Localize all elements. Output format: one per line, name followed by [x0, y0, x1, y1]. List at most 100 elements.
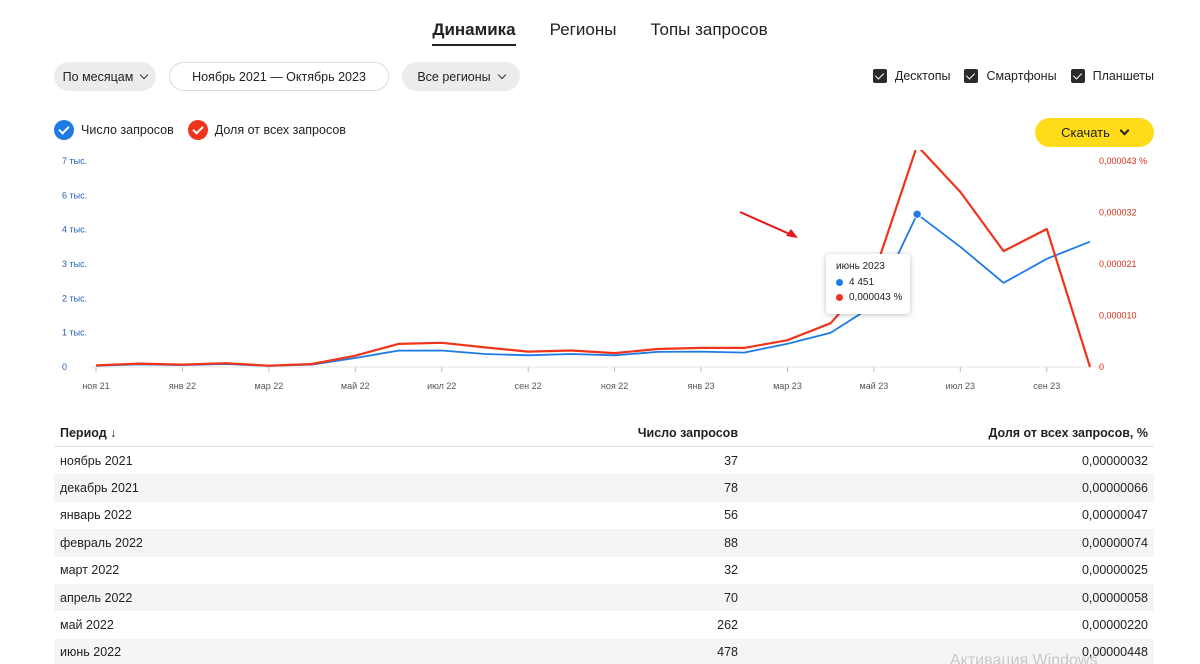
cell-share: 0,00000074 — [1081, 535, 1148, 550]
checkbox-label: Десктопы — [894, 69, 951, 83]
cell-period: апрель 2022 — [60, 590, 133, 605]
cell-requests: 70 — [724, 590, 738, 605]
x-tick-label: янв 23 — [687, 381, 714, 391]
tab-top-queries[interactable]: Топы запросов — [650, 20, 767, 46]
x-tick-label: сен 22 — [515, 381, 542, 391]
chart-series — [95, 150, 1092, 368]
chevron-down-icon — [497, 70, 506, 79]
left-tick-label: 3 тыс. — [62, 259, 87, 269]
x-tick-label: мар 22 — [255, 381, 284, 391]
table-row: май 2022 262 0,00000220 — [54, 611, 1154, 638]
date-range-picker[interactable]: Ноябрь 2021 — Октябрь 2023 — [169, 62, 389, 91]
x-tick-label: сен 23 — [1033, 381, 1060, 391]
tooltip-requests-value: 4 451 — [849, 277, 875, 288]
x-tick-label: май 22 — [341, 381, 370, 391]
data-table: Период ↓ Число запросов Доля от всех зап… — [54, 420, 1154, 664]
checkbox-tablets[interactable]: Планшеты — [1070, 69, 1154, 83]
x-tick-label: ноя 21 — [82, 381, 109, 391]
checkbox-checked-icon — [1070, 69, 1085, 83]
right-tick-label: 0,000010 — [1099, 311, 1137, 321]
series-dot-icon — [836, 279, 843, 286]
device-filters: Десктопы Смартфоны Планшеты — [867, 69, 1154, 83]
left-tick-label: 4 тыс. — [62, 225, 87, 235]
dynamics-chart: 01 тыс.2 тыс.3 тыс.4 тыс.6 тыс.7 тыс. 00… — [62, 150, 1147, 391]
check-circle-icon — [187, 120, 208, 140]
tooltip-row-requests: 4 451 — [836, 277, 910, 288]
left-tick-label: 2 тыс. — [62, 293, 87, 303]
cell-share: 0,00000047 — [1081, 508, 1148, 523]
series-dot-icon — [836, 294, 843, 301]
chart-annotation — [739, 211, 798, 238]
regions-select-label: Все регионы — [417, 69, 491, 84]
x-tick-label: янв 22 — [169, 381, 196, 391]
legend-label-share: Доля от всех запросов — [214, 123, 346, 137]
date-range-label: Ноябрь 2021 — Октябрь 2023 — [192, 69, 366, 84]
red-arrow-annotation — [739, 211, 795, 237]
x-tick-label: май 23 — [860, 381, 889, 391]
cell-period: март 2022 — [60, 563, 120, 578]
tab-dynamics[interactable]: Динамика — [432, 20, 516, 46]
cell-requests: 478 — [717, 645, 738, 660]
cell-period: февраль 2022 — [60, 535, 143, 550]
legend-label-requests: Число запросов — [81, 123, 174, 137]
series-line-requests — [95, 213, 1091, 367]
table-row: январь 2022 56 0,00000047 — [54, 502, 1154, 529]
checkbox-smartphones[interactable]: Смартфоны — [964, 69, 1057, 83]
left-tick-label: 6 тыс. — [62, 190, 87, 200]
tab-bar: Динамика Регионы Топы запросов — [0, 20, 1200, 46]
checkbox-checked-icon — [964, 69, 979, 83]
period-select[interactable]: По месяцам — [54, 62, 156, 91]
cell-period: январь 2022 — [60, 508, 132, 523]
cell-share: 0,00000025 — [1081, 563, 1148, 578]
regions-select[interactable]: Все регионы — [402, 62, 520, 91]
left-axis-ticks: 0 1 тыс. 2 тыс. 3 тыс. 4 тыс. 6 тыс. 7 тыс. — [62, 156, 87, 372]
cell-requests: 88 — [724, 535, 738, 550]
table-row: апрель 2022 70 0,00000058 — [54, 583, 1154, 612]
cell-share: 0,00000220 — [1081, 618, 1148, 633]
right-tick-label: 0,000043 % — [1099, 156, 1147, 166]
legend-toggle-requests[interactable]: Число запросов — [54, 120, 174, 140]
table-row: ноябрь 2021 37 0,00000032 — [54, 447, 1154, 474]
windows-activation-watermark: Активация Windows — [950, 652, 1098, 664]
table-row: декабрь 2021 78 0,00000066 — [54, 474, 1154, 502]
checkbox-label: Планшеты — [1092, 69, 1154, 83]
cell-share: 0,00000066 — [1081, 481, 1148, 496]
left-tick-label: 7 тыс. — [62, 156, 87, 166]
series-line-share — [95, 150, 1092, 368]
checkbox-label: Смартфоны — [986, 69, 1057, 83]
tab-regions[interactable]: Регионы — [550, 20, 617, 46]
chart-legend: Число запросов Доля от всех запросов — [54, 120, 346, 140]
cell-requests: 78 — [724, 481, 738, 496]
right-axis-ticks: 0 0,000010 0,000021 0,000032 0,000043 % — [1099, 156, 1147, 372]
table-header: Период ↓ Число запросов Доля от всех зап… — [54, 420, 1154, 447]
cell-requests: 37 — [724, 453, 738, 468]
column-header-period[interactable]: Период ↓ — [54, 426, 434, 440]
legend-toggle-share[interactable]: Доля от всех запросов — [187, 120, 346, 140]
tooltip-row-share: 0,000043 % — [836, 292, 910, 303]
right-tick-label: 0 — [1099, 362, 1104, 372]
x-tick-label: июл 22 — [427, 381, 456, 391]
right-tick-label: 0,000021 — [1099, 259, 1137, 269]
highlight-point-requests — [912, 209, 922, 219]
x-tick-label: ноя 22 — [601, 381, 628, 391]
cell-requests: 56 — [724, 508, 738, 523]
cell-period: ноябрь 2021 — [60, 453, 133, 468]
x-tick-label: июл 23 — [946, 381, 975, 391]
cell-requests: 262 — [717, 618, 738, 633]
download-label: Скачать — [1061, 125, 1110, 140]
column-header-requests[interactable]: Число запросов — [434, 426, 738, 440]
period-select-label: По месяцам — [62, 69, 134, 84]
check-circle-icon — [54, 120, 74, 140]
checkbox-checked-icon — [872, 69, 887, 83]
cell-period: май 2022 — [60, 618, 114, 633]
cell-share: 0,00000058 — [1081, 590, 1148, 605]
table-row: февраль 2022 88 0,00000074 — [54, 529, 1154, 557]
download-button[interactable]: Скачать — [1035, 118, 1154, 147]
cell-period: июнь 2022 — [60, 645, 122, 660]
table-body: ноябрь 2021 37 0,00000032 декабрь 2021 78 0,0… — [54, 447, 1154, 664]
checkbox-desktops[interactable]: Десктопы — [872, 69, 951, 83]
cell-share: 0,00000032 — [1081, 453, 1148, 468]
x-tick-label: мар 23 — [773, 381, 802, 391]
right-tick-label: 0,000032 — [1099, 208, 1137, 218]
column-header-share[interactable]: Доля от всех запросов, % — [738, 426, 1148, 440]
